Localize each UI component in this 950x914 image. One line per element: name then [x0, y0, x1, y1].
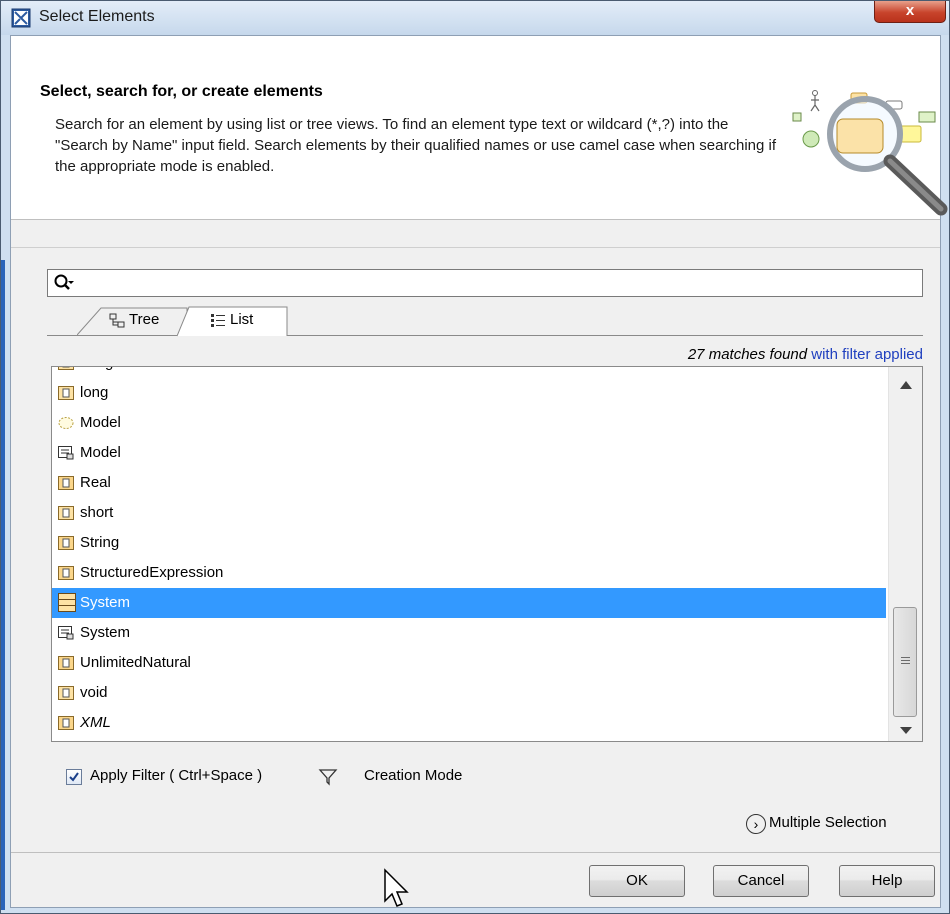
chevron-circle-icon[interactable]: ›	[746, 814, 766, 834]
model-package-icon	[58, 446, 74, 460]
search-icon[interactable]	[53, 273, 75, 293]
grip-line	[901, 657, 910, 658]
funnel-icon[interactable]	[318, 767, 338, 787]
tab-tree[interactable]: Tree	[77, 306, 188, 336]
check-icon	[69, 772, 79, 782]
title-bar[interactable]: Select Elements x	[1, 1, 949, 35]
search-by-name-input[interactable]	[47, 269, 923, 297]
left-frame-accent	[1, 260, 5, 910]
creation-mode-toggle[interactable]: Creation Mode	[364, 767, 462, 784]
primitive-type-icon	[58, 566, 74, 580]
ok-button[interactable]: OK	[589, 865, 685, 897]
list-item-label: System	[80, 624, 131, 641]
list-item-label: Real	[80, 474, 111, 491]
primitive-type-icon	[58, 476, 74, 490]
primitive-type-icon	[58, 536, 74, 550]
list-scrollbar[interactable]	[888, 367, 922, 741]
list-item-label: UnlimitedNatural	[80, 654, 191, 671]
apply-filter-checkbox[interactable]	[66, 769, 82, 785]
list-item-label: long	[80, 384, 109, 401]
list-item-label: short	[80, 504, 114, 521]
dialog-client: Select, search for, or create elements S…	[10, 35, 948, 908]
list-item[interactable]: Integer	[52, 367, 886, 378]
list-item[interactable]: short	[52, 498, 886, 528]
header-description: Search for an element by using list or t…	[55, 116, 777, 175]
matches-summary: 27 matches found with filter applied	[47, 346, 923, 363]
list-item-label: Model	[80, 414, 121, 431]
primitive-type-icon	[58, 716, 74, 730]
scroll-down-arrow-icon[interactable]	[900, 727, 912, 734]
multiple-selection-toggle[interactable]: Multiple Selection	[769, 814, 887, 831]
list-item-label: Model	[80, 444, 121, 461]
list-item-selected[interactable]: System	[52, 588, 886, 618]
model-package-icon	[58, 626, 74, 640]
list-item[interactable]: Model	[52, 408, 886, 438]
datatype-icon	[58, 506, 74, 520]
list-item-label: XML	[80, 714, 111, 731]
primitive-type-icon	[58, 656, 74, 670]
cancel-button[interactable]: Cancel	[713, 865, 809, 897]
scrollbar-thumb[interactable]	[893, 607, 917, 717]
list-item-label: void	[80, 684, 108, 701]
list-item-label: Integer	[80, 367, 127, 378]
header-title: Select, search for, or create elements	[40, 83, 323, 100]
list-item[interactable]: UnlimitedNatural	[52, 648, 886, 678]
search-magnifier-diagram-icon	[792, 90, 948, 216]
dialog-header: Select, search for, or create elements S…	[11, 36, 948, 220]
apply-filter-label[interactable]: Apply Filter ( Ctrl+Space )	[90, 767, 262, 784]
datatype-icon	[58, 367, 74, 370]
footer-separator	[11, 852, 940, 853]
model-dashed-icon	[58, 417, 74, 429]
list-item[interactable]: String	[52, 528, 886, 558]
select-elements-dialog: Select Elements x Select, search for, or…	[0, 0, 950, 914]
element-list[interactable]: Integer long Model Model Real short	[51, 366, 923, 742]
class-icon	[58, 593, 76, 612]
list-item[interactable]: StructuredExpression	[52, 558, 886, 588]
list-item[interactable]: System	[52, 618, 886, 648]
window-title: Select Elements	[39, 8, 155, 25]
left-frame	[1, 35, 10, 913]
match-count: 27 matches found	[687, 346, 808, 363]
mouse-cursor-icon	[384, 868, 409, 907]
datatype-icon	[58, 686, 74, 700]
list-item[interactable]: Model	[52, 438, 886, 468]
app-icon	[11, 8, 31, 28]
tab-list[interactable]: List	[177, 306, 288, 337]
grip-line	[901, 663, 910, 664]
list-item-label: System	[80, 594, 131, 611]
list-item[interactable]: void	[52, 678, 886, 708]
list-item-label: String	[80, 534, 120, 551]
close-button[interactable]: x	[874, 1, 946, 23]
tree-icon	[109, 313, 125, 328]
list-item-label: StructuredExpression	[80, 564, 224, 581]
list-item[interactable]: Real	[52, 468, 886, 498]
tab-tree-label: Tree	[129, 311, 160, 328]
tab-list-label: List	[230, 311, 254, 328]
list-icon	[211, 314, 225, 327]
list-item[interactable]: long	[52, 378, 886, 408]
help-button[interactable]: Help	[839, 865, 935, 897]
scroll-up-arrow-icon[interactable]	[900, 381, 912, 389]
grip-line	[901, 660, 910, 661]
filter-applied-link[interactable]: with filter applied	[811, 346, 923, 363]
list-item[interactable]: XML	[52, 708, 886, 738]
datatype-icon	[58, 386, 74, 400]
view-tabs: Tree List	[47, 302, 923, 337]
header-separator	[11, 247, 940, 248]
